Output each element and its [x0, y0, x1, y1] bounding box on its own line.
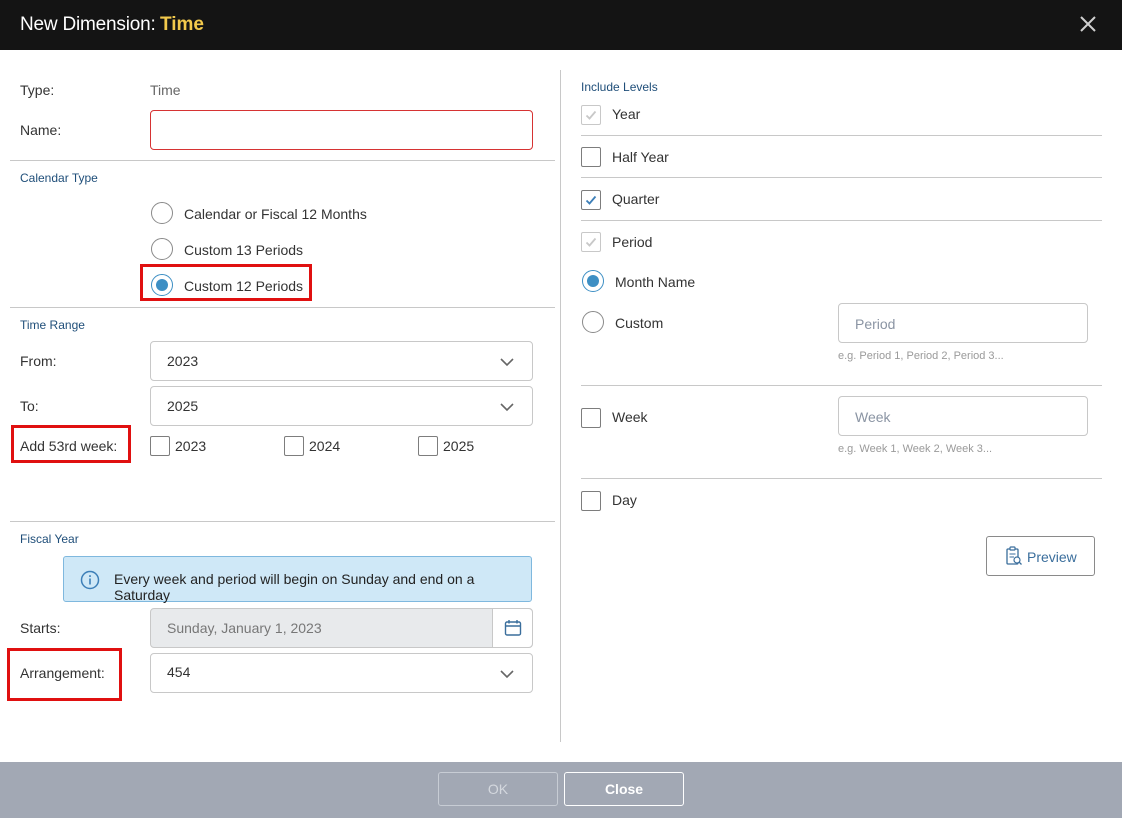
from-select[interactable]: 2023	[150, 341, 533, 381]
period-label: Period	[612, 234, 653, 250]
calendar-type-heading: Calendar Type	[20, 171, 98, 185]
dialog-titlebar: New Dimension: Time	[0, 0, 1122, 50]
radio-label: Custom 13 Periods	[184, 242, 304, 258]
checkbox-label: 2024	[309, 438, 341, 454]
add53-checkbox-2025[interactable]	[418, 436, 438, 456]
include-levels-heading: Include Levels	[581, 80, 658, 94]
highlight-box	[140, 264, 312, 301]
week-label: Week	[612, 409, 648, 425]
divider	[10, 307, 555, 308]
arrangement-select-value: 454	[167, 664, 191, 680]
checkbox-label: 2025	[443, 438, 475, 454]
preview-button[interactable]: Preview	[986, 536, 1095, 576]
time-range-heading: Time Range	[20, 318, 85, 332]
year-label: Year	[612, 106, 641, 122]
close-icon[interactable]	[1078, 14, 1098, 34]
radio-custom-period[interactable]	[582, 311, 604, 333]
type-value: Time	[150, 82, 181, 98]
highlight-box	[7, 648, 122, 701]
period-placeholder: Period	[855, 316, 896, 332]
calendar-button[interactable]	[492, 609, 532, 647]
half-year-checkbox[interactable]	[581, 147, 601, 167]
chevron-down-icon	[500, 358, 514, 367]
divider	[10, 160, 555, 161]
divider	[581, 220, 1102, 221]
from-label: From:	[20, 353, 57, 369]
week-hint: e.g. Week 1, Week 2, Week 3...	[838, 443, 993, 455]
quarter-checkbox[interactable]	[581, 190, 601, 210]
add53-checkbox-2023[interactable]	[150, 436, 170, 456]
starts-label: Starts:	[20, 620, 61, 636]
fiscal-year-heading: Fiscal Year	[20, 532, 79, 546]
period-name-input[interactable]: Period	[838, 303, 1088, 343]
week-placeholder: Week	[855, 409, 891, 425]
starts-date-value: Sunday, January 1, 2023	[167, 620, 322, 636]
dialog-title-prefix: New Dimension:	[20, 14, 156, 35]
ok-button[interactable]: OK	[438, 772, 558, 806]
period-checkbox[interactable]	[581, 232, 601, 252]
divider	[10, 521, 555, 522]
to-select[interactable]: 2025	[150, 386, 533, 426]
year-checkbox[interactable]	[581, 105, 601, 125]
checkbox-label: 2023	[175, 438, 207, 454]
info-icon	[80, 570, 100, 590]
to-label: To:	[20, 398, 39, 414]
divider	[581, 385, 1102, 386]
week-name-input[interactable]: Week	[838, 396, 1088, 436]
panel-separator	[560, 70, 561, 742]
preview-icon	[1006, 546, 1022, 565]
name-label: Name:	[20, 122, 62, 138]
month-name-label: Month Name	[615, 274, 696, 290]
check-icon	[585, 237, 597, 247]
radio-calendar-fiscal-12[interactable]	[151, 202, 173, 224]
check-icon	[585, 195, 597, 205]
radio-label: Calendar or Fiscal 12 Months	[184, 206, 367, 222]
dialog-footer: OK Close	[0, 762, 1122, 818]
to-select-value: 2025	[167, 398, 199, 414]
divider	[581, 177, 1102, 178]
radio-custom-13-periods[interactable]	[151, 238, 173, 260]
half-year-label: Half Year	[612, 149, 669, 165]
week-checkbox[interactable]	[581, 408, 601, 428]
day-checkbox[interactable]	[581, 491, 601, 511]
quarter-label: Quarter	[612, 191, 660, 207]
close-button[interactable]: Close	[564, 772, 684, 806]
custom-label: Custom	[615, 315, 664, 331]
divider	[581, 478, 1102, 479]
day-label: Day	[612, 492, 637, 508]
check-icon	[585, 110, 597, 120]
chevron-down-icon	[500, 670, 514, 679]
calendar-icon	[504, 620, 522, 636]
info-text: Every week and period will begin on Sund…	[114, 571, 475, 603]
from-select-value: 2023	[167, 353, 199, 369]
highlight-box	[11, 425, 131, 463]
name-input[interactable]	[150, 110, 533, 150]
radio-month-name[interactable]	[582, 270, 604, 292]
period-hint: e.g. Period 1, Period 2, Period 3...	[838, 350, 1004, 362]
add53-checkbox-2024[interactable]	[284, 436, 304, 456]
preview-label: Preview	[1027, 549, 1077, 565]
dialog-title-name: Time	[160, 14, 205, 35]
divider	[581, 135, 1102, 136]
arrangement-select[interactable]: 454	[150, 653, 533, 693]
info-banner: Every week and period will begin on Sund…	[63, 556, 532, 603]
starts-date-input[interactable]: Sunday, January 1, 2023	[150, 608, 533, 648]
type-label: Type:	[20, 82, 55, 98]
chevron-down-icon	[500, 403, 514, 412]
